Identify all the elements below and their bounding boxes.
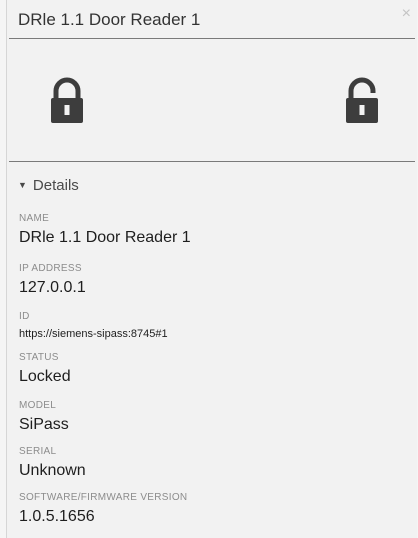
field-label: IP ADDRESS [19,263,82,274]
field-value: Locked [19,368,71,385]
field-value: 1.0.5.1656 [19,508,95,525]
field-status: STATUS Locked [19,352,71,386]
details-toggle[interactable]: ▼ Details [18,177,79,194]
field-label: NAME [19,213,50,224]
field-label: SERIAL [19,446,57,457]
unlock-door-button[interactable] [342,77,382,125]
door-actions [7,39,417,161]
field-ip-address: IP ADDRESS 127.0.0.1 [19,263,86,297]
panel-header: DRle 1.1 Door Reader 1 × [7,0,417,38]
field-name: NAME DRle 1.1 Door Reader 1 [19,213,191,247]
unlocked-padlock-icon [346,77,378,123]
field-software-firmware-version: SOFTWARE/FIRMWARE VERSION 1.0.5.1656 [19,492,187,526]
field-label: ID [19,311,30,322]
actions-divider [9,161,415,162]
field-value: SiPass [19,416,69,433]
field-label: SOFTWARE/FIRMWARE VERSION [19,492,188,503]
locked-padlock-icon [51,77,83,123]
field-serial: SERIAL Unknown [19,446,86,480]
panel-title: DRle 1.1 Door Reader 1 [18,10,201,29]
field-id: ID https://siemens-sipass:8745#1 [19,311,168,341]
field-label: MODEL [19,400,57,411]
field-label: STATUS [19,352,59,363]
close-icon[interactable]: × [402,6,411,22]
caret-down-icon: ▼ [18,180,27,190]
field-model: MODEL SiPass [19,400,69,434]
field-value: Unknown [19,462,86,479]
field-value: DRle 1.1 Door Reader 1 [19,229,191,246]
field-value: 127.0.0.1 [19,279,86,296]
lock-door-button[interactable] [47,77,87,125]
door-details-panel: DRle 1.1 Door Reader 1 × ▼ Details NAME D… [6,0,417,538]
details-heading: Details [32,177,79,194]
field-value: https://siemens-sipass:8745#1 [19,328,168,340]
